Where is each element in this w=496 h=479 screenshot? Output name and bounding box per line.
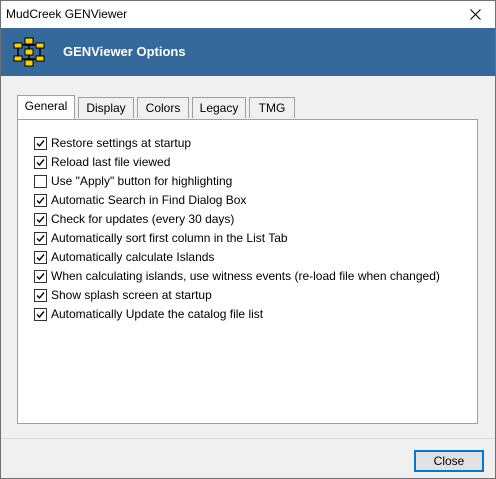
close-icon [469, 9, 481, 20]
dialog-header: GENViewer Options [1, 28, 495, 76]
checkmark-icon [36, 291, 45, 299]
option-label: Automatic Search in Find Dialog Box [51, 193, 247, 207]
option-sort-first-column[interactable]: Automatically sort first column in the L… [34, 230, 288, 246]
general-tab-panel: Restore settings at startup Reload last … [17, 119, 478, 424]
option-label: Restore settings at startup [51, 136, 192, 150]
tab-legacy[interactable]: Legacy [192, 97, 246, 118]
option-label: Show splash screen at startup [51, 288, 212, 302]
close-button[interactable]: Close [414, 450, 484, 472]
option-label: Use "Apply" button for highlighting [51, 174, 233, 188]
checkbox[interactable] [34, 231, 47, 245]
checkmark-icon [36, 253, 45, 261]
option-label: Automatically Update the catalog file li… [51, 307, 264, 321]
genviewer-logo-icon [13, 37, 45, 67]
option-label: When calculating islands, use witness ev… [51, 269, 440, 283]
dialog-heading: GENViewer Options [63, 44, 186, 59]
tab-tmg[interactable]: TMG [249, 97, 295, 118]
checkmark-icon [36, 272, 45, 280]
checkmark-icon [36, 234, 45, 242]
option-update-catalog[interactable]: Automatically Update the catalog file li… [34, 306, 263, 322]
checkbox[interactable] [34, 174, 47, 188]
options-dialog: MudCreek GENViewer GENViewer Options Gen… [0, 0, 496, 479]
option-splash-screen[interactable]: Show splash screen at startup [34, 287, 212, 303]
checkbox[interactable] [34, 212, 47, 226]
option-check-updates[interactable]: Check for updates (every 30 days) [34, 211, 234, 227]
checkmark-icon [36, 158, 45, 166]
option-automatic-search[interactable]: Automatic Search in Find Dialog Box [34, 192, 246, 208]
checkbox[interactable] [34, 288, 47, 302]
close-button-label: Close [433, 454, 465, 468]
tab-label: Colors [145, 101, 181, 115]
option-calculate-islands[interactable]: Automatically calculate Islands [34, 249, 214, 265]
tab-colors[interactable]: Colors [137, 97, 189, 118]
checkbox[interactable] [34, 136, 47, 150]
option-apply-button[interactable]: Use "Apply" button for highlighting [34, 173, 232, 189]
title-bar: MudCreek GENViewer [1, 1, 495, 28]
checkbox[interactable] [34, 155, 47, 169]
tab-label: TMG [258, 101, 286, 115]
checkmark-icon [36, 139, 45, 147]
checkmark-icon [36, 310, 45, 318]
checkbox[interactable] [34, 269, 47, 283]
checkbox[interactable] [34, 307, 47, 321]
checkbox[interactable] [34, 250, 47, 264]
window-close-button[interactable] [455, 1, 495, 28]
option-restore-settings[interactable]: Restore settings at startup [34, 135, 191, 151]
checkmark-icon [36, 196, 45, 204]
tab-display[interactable]: Display [78, 97, 134, 118]
footer-divider [1, 438, 495, 439]
tab-label: General [24, 99, 68, 113]
option-label: Check for updates (every 30 days) [51, 212, 235, 226]
checkbox[interactable] [34, 193, 47, 207]
option-reload-last-file[interactable]: Reload last file viewed [34, 154, 170, 170]
option-label: Automatically calculate Islands [51, 250, 215, 264]
option-witness-events[interactable]: When calculating islands, use witness ev… [34, 268, 440, 284]
tab-label: Legacy [199, 101, 239, 115]
option-label: Reload last file viewed [51, 155, 171, 169]
window-title: MudCreek GENViewer [6, 7, 128, 21]
tab-general[interactable]: General [17, 95, 75, 119]
tab-label: Display [86, 101, 126, 115]
checkmark-icon [36, 215, 45, 223]
option-label: Automatically sort first column in the L… [51, 231, 288, 245]
